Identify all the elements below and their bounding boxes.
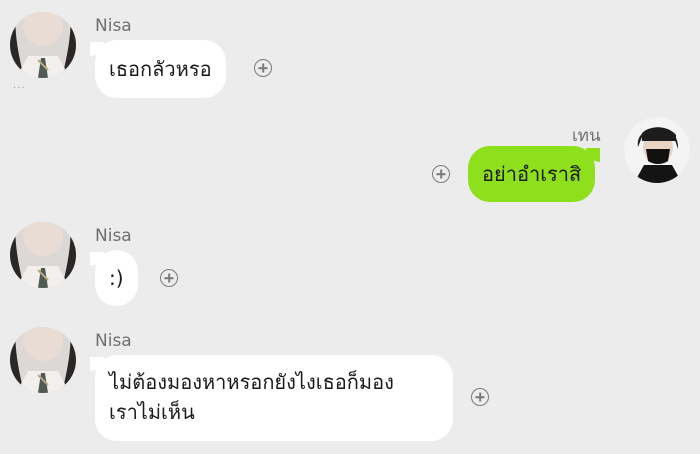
- message-text: :): [109, 266, 124, 290]
- message-bubble[interactable]: เธอกลัวหรอ: [90, 40, 226, 98]
- add-reaction-icon[interactable]: [432, 165, 450, 183]
- message-text-line: เราไม่เห็น: [109, 400, 195, 424]
- message-text-line: ไม่ต้องมองหาหรอกยังไงเธอก็มอง: [109, 370, 394, 394]
- message-text: อย่าอำเราสิ: [482, 162, 582, 186]
- sender-name: Nisa: [95, 226, 132, 246]
- sender-name: Nisa: [95, 331, 132, 351]
- avatar-nisa[interactable]: [10, 12, 76, 78]
- avatar-nisa[interactable]: [10, 327, 76, 393]
- add-reaction-icon[interactable]: [160, 269, 178, 287]
- more-indicator[interactable]: ···: [13, 83, 26, 94]
- message-text: เธอกลัวหรอ: [109, 57, 212, 81]
- message-bubble[interactable]: ไม่ต้องมองหาหรอกยังไงเธอก็มอง เราไม่เห็น: [90, 355, 453, 441]
- message-bubble[interactable]: อย่าอำเราสิ: [468, 146, 601, 202]
- avatar-nisa[interactable]: [10, 222, 76, 288]
- sender-name: เทน: [572, 126, 601, 146]
- sender-name: Nisa: [95, 16, 132, 36]
- add-reaction-icon[interactable]: [471, 388, 489, 406]
- message-bubble[interactable]: :): [90, 250, 138, 306]
- avatar-ten[interactable]: [624, 117, 690, 183]
- add-reaction-icon[interactable]: [254, 59, 272, 77]
